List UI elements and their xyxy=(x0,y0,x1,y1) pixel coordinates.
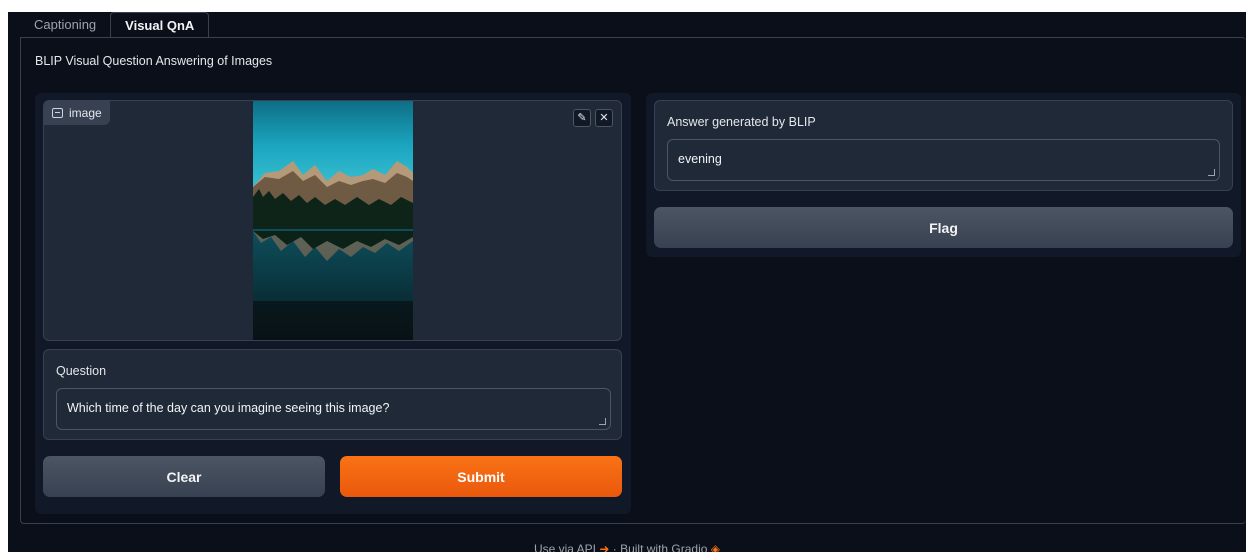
footer-separator: · xyxy=(612,542,617,552)
gradio-logo-icon: ◈ xyxy=(710,542,721,552)
tab-panel: BLIP Visual Question Answering of Images… xyxy=(20,37,1246,524)
clear-button[interactable]: Clear xyxy=(43,456,325,497)
resize-handle-icon[interactable] xyxy=(599,418,606,425)
use-via-api-link[interactable]: Use via API xyxy=(534,542,596,552)
flag-button[interactable]: Flag xyxy=(654,207,1233,248)
image-icon xyxy=(52,108,63,118)
question-block: Question Which time of the day can you i… xyxy=(43,349,622,440)
built-with-gradio-link[interactable]: Built with Gradio xyxy=(620,542,707,552)
question-label: Question xyxy=(56,364,107,378)
question-text: Which time of the day can you imagine se… xyxy=(67,401,390,415)
resize-handle-icon[interactable] xyxy=(1208,169,1215,176)
close-icon[interactable]: ✕ xyxy=(595,109,613,127)
question-input[interactable]: Which time of the day can you imagine se… xyxy=(56,388,611,430)
answer-block: Answer generated by BLIP evening xyxy=(654,100,1233,191)
image-label: image xyxy=(44,101,110,125)
answer-label: Answer generated by BLIP xyxy=(667,115,816,129)
input-column: image ✎ ✕ Question Which time of the day… xyxy=(35,93,631,514)
image-toolbar: ✎ ✕ xyxy=(573,109,613,127)
submit-button[interactable]: Submit xyxy=(340,456,622,497)
gradio-app: Captioning Visual QnA BLIP Visual Questi… xyxy=(8,12,1246,552)
image-label-text: image xyxy=(69,106,102,120)
pencil-icon[interactable]: ✎ xyxy=(573,109,591,127)
tab-captioning[interactable]: Captioning xyxy=(20,12,110,38)
footer: Use via API ➜ · Built with Gradio ◈ xyxy=(8,542,1246,552)
image-upload[interactable]: image ✎ ✕ xyxy=(43,100,622,341)
interface-description: BLIP Visual Question Answering of Images xyxy=(35,54,273,68)
answer-text: evening xyxy=(678,152,722,166)
uploaded-image xyxy=(253,101,413,340)
tab-visual-qna[interactable]: Visual QnA xyxy=(110,12,210,38)
output-column: Answer generated by BLIP evening Flag xyxy=(646,93,1241,257)
answer-output[interactable]: evening xyxy=(667,139,1220,181)
rocket-icon: ➜ xyxy=(599,542,610,552)
tab-bar: Captioning Visual QnA xyxy=(20,12,210,38)
